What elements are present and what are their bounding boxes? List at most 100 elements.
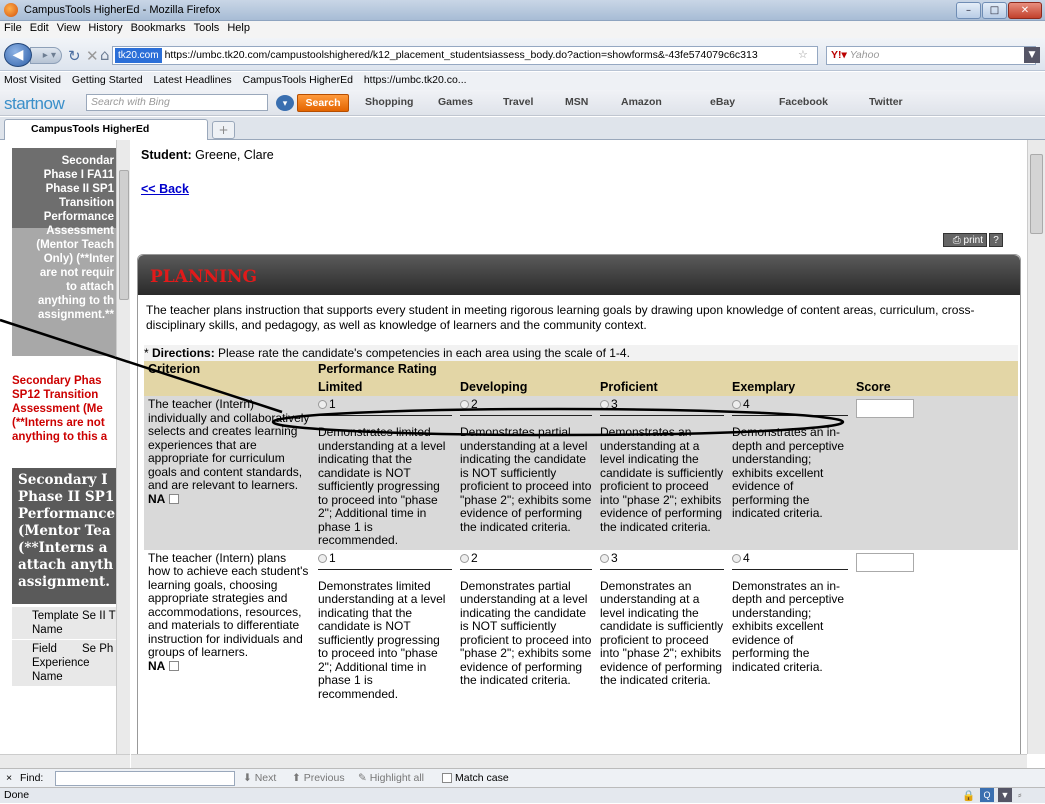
menu-history[interactable]: History	[84, 21, 126, 34]
menu-item-line: Assessment	[46, 225, 114, 237]
left-frame-horizontal-scrollbar[interactable]	[0, 754, 130, 768]
reload-icon[interactable]: ↻	[68, 47, 81, 65]
ebay-link[interactable]: eBay	[710, 96, 735, 108]
na-label: NA	[148, 491, 166, 506]
resize-grip-icon: ⸗	[1018, 789, 1022, 801]
criterion-cell: The teacher (Intern) plans how to achiev…	[148, 550, 309, 673]
bookmark-star-icon[interactable]: ☆	[798, 48, 808, 61]
rating-radio-4[interactable]	[732, 553, 741, 563]
assessment-menu-item-1[interactable]: Secondar Phase I FA11 Phase II SP1 Transiti…	[12, 148, 118, 356]
score-input[interactable]	[856, 552, 914, 572]
menu-item-line: are not requir	[39, 267, 114, 279]
games-link[interactable]: Games	[438, 96, 473, 108]
rating-radio-1[interactable]	[318, 400, 327, 410]
rating-radio-1[interactable]	[318, 553, 327, 563]
window-title-bar: CampusTools HigherEd - Mozilla Firefox –…	[0, 0, 1045, 21]
search-bar[interactable]: Y!▾ Yahoo⚲	[826, 46, 1036, 65]
site-identity-badge[interactable]: tk20.com	[115, 48, 162, 63]
bookmark-most-visited[interactable]: Most Visited	[4, 74, 61, 86]
shopping-link[interactable]: Shopping	[365, 96, 413, 108]
twitter-link[interactable]: Twitter	[869, 96, 903, 108]
limited-descriptor: Demonstrates limited understanding at a …	[318, 578, 446, 701]
travel-link[interactable]: Travel	[503, 96, 533, 108]
amazon-link[interactable]: Amazon	[621, 96, 662, 108]
rating-radio-4[interactable]	[732, 400, 741, 410]
url-bar[interactable]: tk20.com https://umbc.tk20.com/campustool…	[112, 46, 818, 65]
menu-help[interactable]: Help	[223, 21, 254, 34]
performance-rating-header: Performance Rating	[314, 361, 1018, 379]
startnow-logo[interactable]: startnow	[4, 94, 65, 114]
back-link[interactable]: << Back	[141, 182, 189, 196]
msn-link[interactable]: MSN	[565, 96, 588, 108]
bookmark-umbc[interactable]: https://umbc.tk20.co...	[364, 74, 467, 86]
search-button[interactable]: Search	[297, 94, 349, 112]
main-vertical-scrollbar[interactable]	[1027, 140, 1045, 754]
menu-item-line: anything to this a	[12, 431, 108, 443]
menu-item-line: Phase II SP1	[45, 183, 114, 195]
na-checkbox[interactable]	[169, 494, 180, 505]
menu-item-line: Transition	[59, 197, 114, 209]
left-frame-vertical-scrollbar[interactable]	[116, 140, 130, 754]
score-input[interactable]	[856, 399, 914, 418]
print-button[interactable]: ⎙ print	[943, 233, 987, 247]
search-engine-name: Yahoo	[849, 49, 880, 61]
field-experience-label: Field Experience Name	[32, 643, 90, 683]
student-info: Student: Greene, Clare	[141, 148, 274, 162]
rating-radio-3[interactable]	[600, 553, 609, 563]
main-frame: Student: Greene, Clare << Back ⎙ print ?…	[131, 140, 1027, 754]
exemplary-header: Exemplary	[728, 378, 852, 396]
menu-item-line: Secondar	[61, 155, 114, 167]
highlight-all-button[interactable]: ✎ Highlight all	[358, 769, 424, 787]
developing-descriptor: Demonstrates partial understanding at a …	[460, 425, 592, 534]
bookmark-campustools[interactable]: CampusTools HigherEd	[243, 74, 353, 86]
minimize-button[interactable]: –	[956, 2, 981, 19]
rating-radio-3[interactable]	[600, 400, 609, 410]
stop-icon[interactable]: ✕	[86, 47, 99, 65]
back-button[interactable]: ◀	[4, 43, 32, 67]
download-icon[interactable]: ▼	[998, 788, 1012, 802]
home-icon[interactable]: ⌂	[100, 46, 110, 64]
find-next-button[interactable]: ⬇ Next	[243, 769, 276, 787]
title-line: assignment.	[18, 574, 110, 590]
tab-campustools[interactable]: CampusTools HigherEd	[4, 119, 208, 140]
rating-radio-2[interactable]	[460, 400, 469, 410]
template-name-value: Se II T As	[82, 610, 118, 622]
rating-radio-2[interactable]	[460, 553, 469, 563]
find-close-button[interactable]: ×	[6, 769, 12, 787]
yahoo-icon[interactable]: Y!▾	[831, 49, 847, 61]
close-window-button[interactable]: ✕	[1008, 2, 1042, 19]
new-tab-button[interactable]: +	[212, 121, 235, 139]
menu-edit[interactable]: Edit	[26, 21, 53, 34]
menu-view[interactable]: View	[53, 21, 85, 34]
bookmark-latest-headlines[interactable]: Latest Headlines	[153, 74, 231, 86]
search-provider-icon[interactable]: ▾	[276, 95, 294, 111]
highlighter-icon: ✎	[358, 772, 370, 784]
main-horizontal-scrollbar[interactable]	[131, 754, 1027, 768]
forward-button[interactable]: ▸ ▾	[30, 47, 62, 64]
find-input[interactable]	[55, 771, 235, 786]
score-header: Score	[852, 378, 1018, 396]
menu-tools[interactable]: Tools	[190, 21, 224, 34]
bing-search-input[interactable]: Search with Bing	[86, 94, 268, 111]
menu-download-icon[interactable]: ▼	[1024, 47, 1040, 63]
maximize-button[interactable]: □	[982, 2, 1007, 19]
url-text: https://umbc.tk20.com/campustoolshighere…	[164, 49, 758, 61]
menu-file[interactable]: File	[0, 21, 26, 34]
developing-descriptor: Demonstrates partial understanding at a …	[460, 578, 592, 687]
title-line: (**Interns a	[18, 540, 108, 556]
match-case-checkbox[interactable]	[442, 773, 452, 784]
assessment-menu-item-2[interactable]: Secondary Phas SP12 Transition Assessment …	[12, 374, 129, 444]
template-name-label: Template Name	[32, 610, 79, 636]
exemplary-descriptor: Demonstrates an in-depth and perceptive …	[732, 578, 845, 674]
planning-panel: PLANNING The teacher plans instruction t…	[137, 254, 1021, 754]
criterion-cell: The teacher (Intern) individually and co…	[144, 396, 314, 550]
bookmark-getting-started[interactable]: Getting Started	[72, 74, 143, 86]
help-button[interactable]: ?	[989, 233, 1003, 247]
menu-bookmarks[interactable]: Bookmarks	[127, 21, 190, 34]
facebook-link[interactable]: Facebook	[779, 96, 828, 108]
table-row: The teacher (Intern) plans how to achiev…	[144, 550, 1018, 704]
addon-icon[interactable]: Q	[980, 788, 994, 802]
match-case-option[interactable]: Match case	[442, 769, 509, 787]
find-previous-button[interactable]: ⬆ Previous	[292, 769, 345, 787]
na-checkbox[interactable]	[169, 661, 180, 672]
